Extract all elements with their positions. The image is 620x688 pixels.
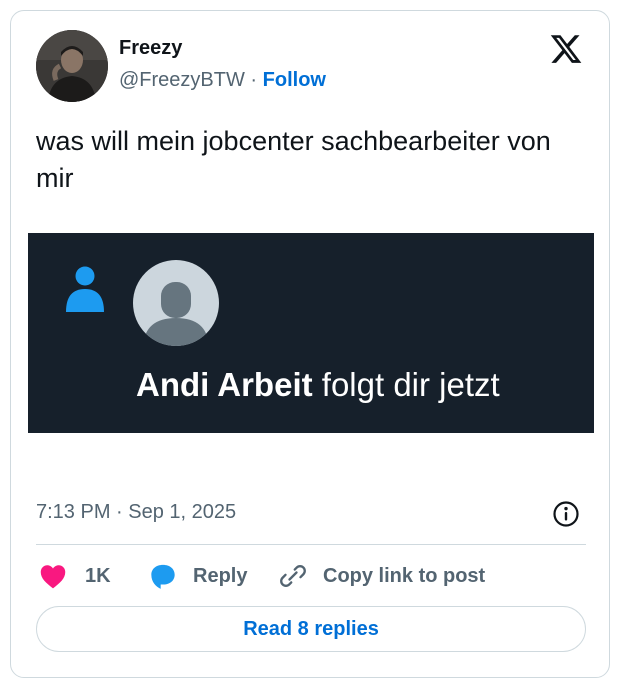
- tweet-text: was will mein jobcenter sachbearbeiter v…: [36, 126, 551, 193]
- avatar-image: [36, 30, 108, 102]
- author-name[interactable]: Freezy: [119, 37, 182, 60]
- tweet-card: Freezy @FreezyBTW · Follow was will mein…: [10, 10, 610, 678]
- notification-message: folgt dir jetzt: [312, 366, 500, 403]
- divider: [36, 544, 586, 545]
- read-replies-button[interactable]: Read 8 replies: [36, 606, 586, 652]
- notification-text: Andi Arbeit folgt dir jetzt: [136, 366, 500, 404]
- reply-bubble-icon: [151, 564, 175, 589]
- author-handle[interactable]: @FreezyBTW: [119, 69, 245, 91]
- link-icon: [280, 565, 306, 587]
- reply-label: Reply: [193, 564, 248, 587]
- notification-name: Andi Arbeit: [136, 366, 313, 403]
- x-logo-icon[interactable]: [549, 32, 583, 66]
- like-count: 1K: [85, 564, 111, 587]
- person-icon: [66, 266, 104, 312]
- info-icon[interactable]: [552, 500, 580, 528]
- copy-link-label: Copy link to post: [323, 564, 486, 587]
- author-avatar[interactable]: [36, 30, 108, 102]
- default-avatar-icon: [133, 260, 219, 346]
- handle-separator: ·: [244, 69, 263, 91]
- copy-link-button[interactable]: Copy link to post: [279, 560, 485, 592]
- tweet-timestamp[interactable]: 7:13 PM · Sep 1, 2025: [36, 501, 236, 524]
- reply-button[interactable]: Reply: [149, 560, 247, 592]
- tweet-media-image[interactable]: Andi Arbeit folgt dir jetzt: [28, 233, 594, 433]
- author-handle-row: @FreezyBTW · Follow: [119, 69, 326, 92]
- follow-button[interactable]: Follow: [263, 69, 326, 91]
- heart-icon: [40, 565, 66, 589]
- like-button[interactable]: 1K: [39, 560, 111, 592]
- read-replies-label: Read 8 replies: [243, 617, 379, 640]
